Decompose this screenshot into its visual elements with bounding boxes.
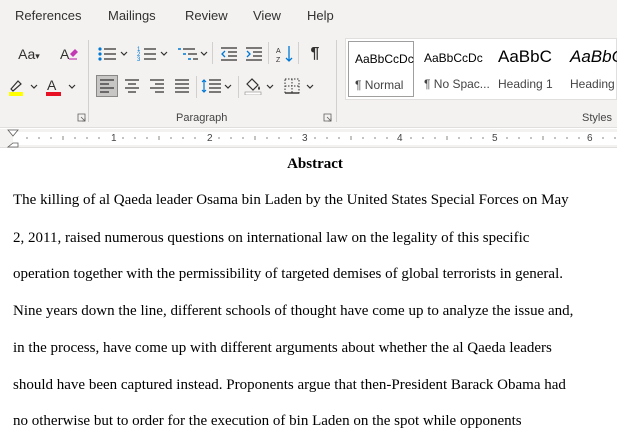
style-preview: AaBbC	[498, 47, 552, 66]
style-name: Heading	[570, 77, 615, 91]
indent-marker-icon[interactable]	[6, 129, 20, 148]
style-name: ¶ Normal	[355, 78, 404, 92]
multilevel-list-button[interactable]	[176, 44, 210, 64]
horizontal-ruler[interactable]: 1 2 3 4 5 6	[0, 129, 617, 148]
style-heading-1[interactable]: AaBbC Heading 1	[492, 41, 562, 97]
tab-help[interactable]: Help	[307, 8, 334, 23]
style-preview: AaBbCcDc	[424, 51, 483, 65]
ruler-strip	[13, 132, 617, 145]
ruler-number: 5	[492, 133, 498, 144]
clear-formatting-icon: A	[60, 46, 78, 62]
divider	[298, 42, 299, 64]
pilcrow-icon: ¶	[310, 45, 320, 62]
divider	[196, 76, 197, 98]
justify-icon	[175, 79, 189, 93]
align-left-button[interactable]	[96, 75, 118, 97]
font-dialog-launcher-icon[interactable]	[77, 113, 86, 122]
borders-button[interactable]	[282, 75, 316, 97]
group-divider	[336, 40, 337, 122]
style-heading-2[interactable]: AaBbC Heading	[564, 41, 617, 97]
bullets-icon	[98, 47, 128, 61]
change-case-button[interactable]: Aa▾	[14, 44, 44, 64]
highlighter-icon	[9, 80, 38, 96]
document-heading: Abstract	[287, 156, 343, 172]
body-text-line: 2, 2011, raised numerous questions on in…	[13, 230, 530, 246]
text-highlight-button[interactable]	[6, 76, 40, 98]
ruler-number: 3	[302, 133, 308, 144]
divider	[268, 42, 269, 64]
svg-text:A: A	[276, 48, 281, 55]
tab-mailings[interactable]: Mailings	[108, 8, 156, 23]
sort-icon: A Z	[276, 46, 293, 63]
justify-button[interactable]	[171, 75, 193, 97]
body-text-line: Nine years down the line, different scho…	[13, 303, 574, 319]
numbering-button[interactable]: 1 2 3	[136, 44, 170, 64]
multilevel-list-icon	[178, 48, 208, 60]
style-no-spacing[interactable]: AaBbCcDc ¶ No Spac...	[418, 41, 490, 97]
align-right-button[interactable]	[146, 75, 168, 97]
ruler-ticks	[26, 136, 616, 140]
change-case-icon: Aa▾	[18, 46, 40, 62]
show-hide-marks-button[interactable]: ¶	[304, 44, 326, 64]
align-right-icon	[150, 79, 164, 93]
font-color-icon: A	[46, 77, 76, 96]
increase-indent-button[interactable]	[243, 44, 265, 64]
ribbon-tab-bar: References Mailings Review View Help	[0, 0, 617, 32]
svg-text:3: 3	[137, 57, 141, 63]
body-text-line: The killing of al Qaeda leader Osama bin…	[13, 192, 569, 208]
style-normal[interactable]: AaBbCcDc ¶ Normal	[348, 41, 414, 97]
align-center-button[interactable]	[121, 75, 143, 97]
style-name: Heading 1	[498, 77, 553, 91]
body-text-line: no otherwise but to order for the execut…	[13, 413, 522, 429]
svg-text:A: A	[47, 77, 57, 93]
borders-icon	[284, 78, 314, 94]
shading-button[interactable]	[242, 75, 276, 97]
body-text-line: should have been captured instead. Propo…	[13, 377, 566, 393]
styles-gallery: AaBbCcDc ¶ Normal AaBbCcDc ¶ No Spac... …	[345, 38, 617, 100]
line-spacing-icon	[201, 79, 232, 93]
line-spacing-button[interactable]	[200, 75, 234, 97]
numbering-icon: 1 2 3	[137, 47, 168, 63]
divider	[238, 76, 239, 98]
ruler-number: 4	[397, 133, 403, 144]
clear-formatting-button[interactable]: A	[58, 44, 80, 64]
align-center-icon	[125, 79, 139, 93]
decrease-indent-button[interactable]	[218, 44, 240, 64]
svg-text:A: A	[60, 46, 70, 62]
align-left-icon	[100, 79, 114, 93]
increase-indent-icon	[246, 47, 262, 61]
style-preview: AaBbCcDc	[355, 52, 414, 66]
group-divider	[88, 40, 89, 122]
ruler-number: 1	[111, 133, 117, 144]
styles-group-label: Styles	[582, 112, 612, 124]
paragraph-dialog-launcher-icon[interactable]	[323, 113, 332, 122]
ruler-number: 2	[207, 133, 213, 144]
font-color-button[interactable]: A	[44, 76, 78, 98]
tab-view[interactable]: View	[253, 8, 281, 23]
ruler-number: 6	[587, 133, 593, 144]
ribbon-panel: Aa▾ A A 1 2 3 A Z ¶ Paragraph AaBbCcDc ¶…	[0, 32, 617, 128]
bullets-button[interactable]	[96, 44, 130, 64]
body-text-line: in the process, have come up with differ…	[13, 340, 552, 356]
tab-review[interactable]: Review	[185, 8, 228, 23]
paint-bucket-icon	[244, 78, 274, 95]
svg-text:Z: Z	[276, 57, 281, 63]
tab-references[interactable]: References	[15, 8, 81, 23]
decrease-indent-icon	[221, 47, 237, 61]
body-text-line: operation together with the permissibili…	[13, 266, 563, 282]
document-page[interactable]: Abstract The killing of al Qaeda leader …	[0, 148, 617, 432]
style-name: ¶ No Spac...	[424, 77, 490, 91]
paragraph-group-label: Paragraph	[176, 112, 228, 124]
divider	[212, 42, 213, 64]
sort-button[interactable]: A Z	[274, 44, 296, 64]
style-preview: AaBbC	[570, 47, 617, 66]
